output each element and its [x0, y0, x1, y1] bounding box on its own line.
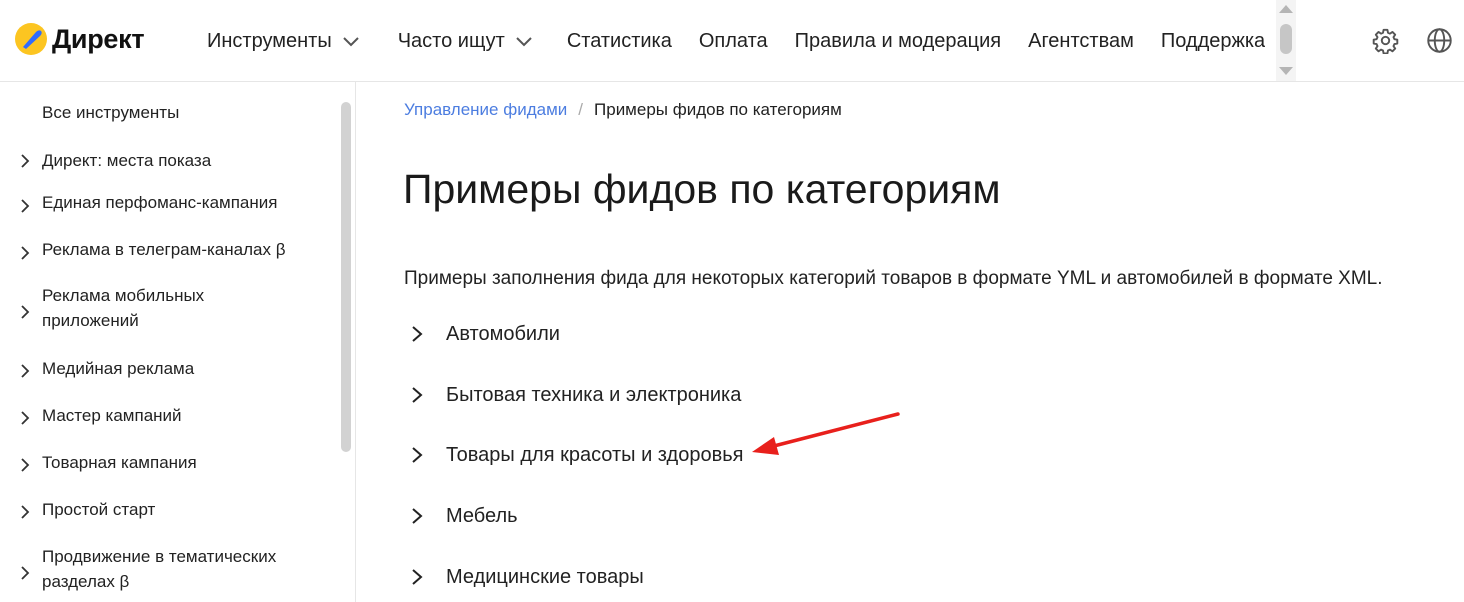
- chevron-down-icon: [516, 37, 532, 47]
- sidebar-item-product-campaign[interactable]: Товарная кампания: [0, 450, 330, 475]
- sidebar-item-label: Медийная реклама: [42, 359, 195, 378]
- sidebar-item-label: Реклама в телеграм-каналах β: [42, 240, 286, 259]
- chevron-right-icon: [21, 364, 30, 378]
- breadcrumb-link-feed-management[interactable]: Управление фидами: [404, 100, 567, 120]
- scroll-up-arrow-icon[interactable]: [1279, 5, 1293, 13]
- chevron-right-icon: [21, 458, 30, 472]
- nav-frequent-label: Часто ищут: [397, 29, 505, 52]
- sidebar-item-label: Единая перфоманс-кампания: [42, 193, 278, 212]
- top-header: Директ Инструменты Часто ищут Статистика…: [0, 0, 1464, 82]
- scrollbar-thumb[interactable]: [1280, 24, 1292, 54]
- nav-tools-label: Инструменты: [207, 29, 332, 52]
- sidebar-item-mobile-apps[interactable]: Реклама мобильных приложений: [0, 283, 330, 333]
- sidebar-item-label: Реклама мобильных приложений: [42, 286, 205, 330]
- top-nav: Инструменты Часто ищут Статистика Оплата…: [207, 28, 1265, 54]
- sidebar-item-label: Директ: места показа: [42, 151, 212, 170]
- sidebar-item-placements[interactable]: Директ: места показа: [0, 148, 330, 173]
- chevron-down-icon: [343, 37, 359, 47]
- logo-text: Директ: [52, 23, 145, 54]
- nav-rules-moderation[interactable]: Правила и модерация: [795, 30, 1001, 53]
- sidebar-item-all-tools[interactable]: Все инструменты: [0, 100, 330, 125]
- chevron-right-icon: [21, 199, 30, 213]
- nav-payment[interactable]: Оплата: [699, 30, 768, 53]
- nav-scrollbar[interactable]: [1276, 0, 1296, 81]
- category-furniture[interactable]: Мебель: [404, 499, 1104, 533]
- category-beauty-health[interactable]: Товары для красоты и здоровья: [404, 438, 1104, 472]
- sidebar-item-label: Продвижение в тематических разделах β: [42, 547, 277, 591]
- chevron-right-icon: [412, 569, 423, 585]
- sidebar: Все инструменты Директ: места показа Еди…: [0, 82, 356, 602]
- sidebar-item-media[interactable]: Медийная реклама: [0, 356, 330, 381]
- nav-support[interactable]: Поддержка: [1161, 30, 1265, 53]
- category-label: Автомобили: [446, 322, 560, 345]
- nav-statistics[interactable]: Статистика: [567, 30, 672, 53]
- gear-icon[interactable]: [1372, 27, 1399, 54]
- category-cars[interactable]: Автомобили: [404, 317, 1104, 351]
- chevron-right-icon: [412, 447, 423, 463]
- chevron-right-icon: [412, 508, 423, 524]
- sidebar-item-telegram[interactable]: Реклама в телеграм-каналах β: [0, 237, 330, 262]
- sidebar-item-performance[interactable]: Единая перфоманс-кампания: [0, 190, 330, 215]
- breadcrumb-current: Примеры фидов по категориям: [594, 100, 842, 119]
- chevron-right-icon: [21, 246, 30, 260]
- chevron-right-icon: [412, 387, 423, 403]
- nav-tools[interactable]: Инструменты: [207, 30, 360, 53]
- category-label: Мебель: [446, 504, 518, 527]
- chevron-right-icon: [21, 411, 30, 425]
- category-label: Товары для красоты и здоровья: [446, 443, 744, 466]
- direct-logo[interactable]: Директ: [14, 22, 145, 56]
- sidebar-item-label: Товарная кампания: [42, 453, 197, 472]
- sidebar-scrollbar-thumb[interactable]: [341, 102, 351, 452]
- page-title: Примеры фидов по категориям: [403, 166, 1001, 212]
- sidebar-item-label: Все инструменты: [42, 103, 180, 122]
- breadcrumb-separator: /: [578, 100, 584, 119]
- chevron-right-icon: [412, 326, 423, 342]
- category-medical[interactable]: Медицинские товары: [404, 560, 1104, 594]
- sidebar-item-thematic[interactable]: Продвижение в тематических разделах β: [0, 544, 330, 594]
- nav-agencies[interactable]: Агентствам: [1028, 30, 1134, 53]
- sidebar-item-label: Мастер кампаний: [42, 406, 182, 425]
- category-label: Бытовая техника и электроника: [446, 383, 742, 406]
- breadcrumb: Управление фидами / Примеры фидов по кат…: [404, 100, 842, 120]
- chevron-right-icon: [21, 566, 30, 580]
- direct-logo-icon: [15, 23, 47, 55]
- chevron-right-icon: [21, 154, 30, 168]
- chevron-right-icon: [21, 305, 30, 319]
- sidebar-item-campaign-master[interactable]: Мастер кампаний: [0, 403, 330, 428]
- globe-icon[interactable]: [1426, 27, 1453, 54]
- nav-frequent[interactable]: Часто ищут: [398, 30, 533, 53]
- intro-text: Примеры заполнения фида для некоторых ка…: [404, 268, 1383, 289]
- chevron-right-icon: [21, 505, 30, 519]
- scroll-down-arrow-icon[interactable]: [1279, 67, 1293, 75]
- sidebar-item-simple-start[interactable]: Простой старт: [0, 497, 330, 522]
- category-label: Медицинские товары: [446, 565, 644, 588]
- sidebar-item-label: Простой старт: [42, 500, 156, 519]
- category-appliances[interactable]: Бытовая техника и электроника: [404, 378, 1104, 412]
